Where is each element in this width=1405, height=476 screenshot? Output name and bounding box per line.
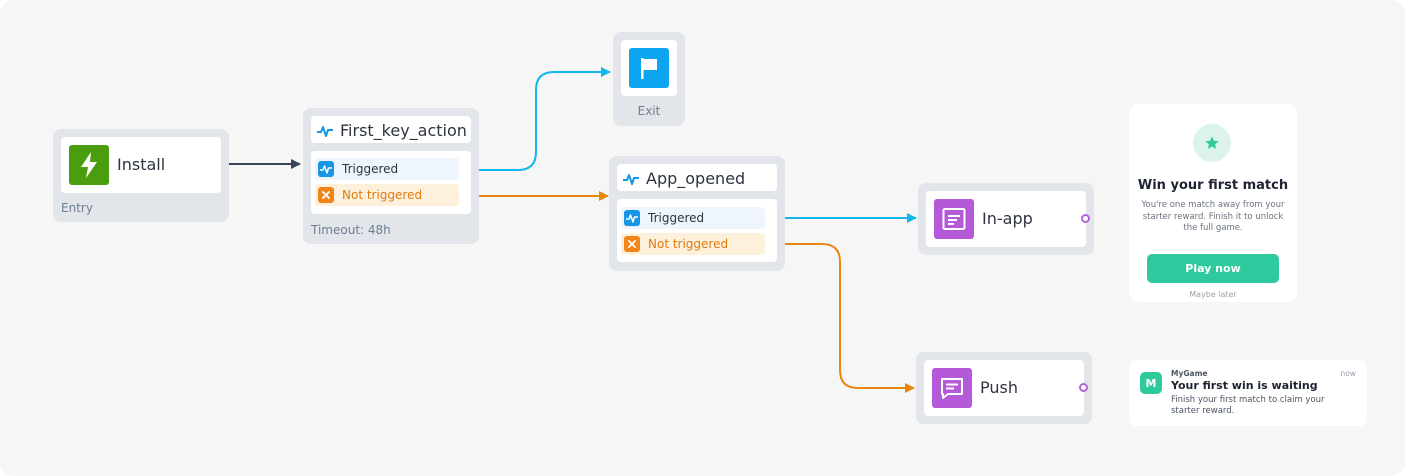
- connector-first-key-not-triggered-to-app-opened: [467, 191, 609, 201]
- in-app-card[interactable]: In-app: [926, 191, 1086, 247]
- exit-card[interactable]: [621, 40, 677, 96]
- lightning-bolt-icon: [69, 145, 109, 185]
- exit-label: Exit: [637, 104, 661, 118]
- push-card[interactable]: Push: [924, 360, 1084, 416]
- app-opened-header[interactable]: App_opened: [617, 164, 777, 191]
- push-output-port[interactable]: [1079, 383, 1088, 392]
- in-app-output-port[interactable]: [1081, 214, 1090, 223]
- app-opened-triggered-branch[interactable]: Triggered: [621, 207, 765, 229]
- push-label: Push: [980, 378, 1018, 397]
- first-key-timeout: Timeout: 48h: [311, 223, 391, 237]
- first-key-action-header[interactable]: First_key_action: [311, 116, 471, 143]
- in-app-preview: Win your first match You're one match aw…: [1129, 104, 1297, 302]
- push-message-icon: [932, 368, 972, 408]
- activity-pulse-icon: [318, 161, 334, 177]
- first-key-not-triggered-label: Not triggered: [342, 188, 423, 202]
- exit-node[interactable]: Exit: [613, 32, 685, 126]
- in-app-label: In-app: [982, 209, 1033, 228]
- push-preview-body: Finish your first match to claim your st…: [1171, 395, 1325, 416]
- push-preview-title: Your first win is waiting: [1171, 379, 1318, 392]
- activity-pulse-icon: [624, 210, 640, 226]
- close-x-icon: [624, 236, 640, 252]
- flag-icon: [629, 48, 669, 88]
- connector-first-key-triggered-to-exit: [467, 67, 611, 174]
- install-label: Install: [117, 155, 166, 174]
- app-icon: M: [1140, 372, 1162, 394]
- install-node[interactable]: Install Entry: [53, 129, 229, 222]
- app-opened-title: App_opened: [646, 169, 746, 188]
- push-preview-time: now: [1340, 369, 1356, 378]
- maybe-later-link[interactable]: Maybe later: [1129, 290, 1297, 299]
- first-key-not-triggered-branch[interactable]: Not triggered: [315, 184, 459, 206]
- app-opened-node[interactable]: App_opened Triggered Not triggered: [609, 156, 785, 271]
- app-opened-triggered-label: Triggered: [648, 211, 705, 225]
- in-app-preview-title: Win your first match: [1137, 178, 1289, 193]
- push-preview-app-name: MyGame: [1171, 369, 1208, 378]
- first-key-triggered-label: Triggered: [342, 162, 399, 176]
- in-app-preview-body: You're one match away from your starter …: [1141, 200, 1285, 233]
- connector-app-opened-triggered-to-in-app: [773, 213, 917, 223]
- play-now-button[interactable]: Play now: [1147, 254, 1279, 283]
- app-opened-branches: Triggered Not triggered: [617, 199, 777, 262]
- first-key-triggered-branch[interactable]: Triggered: [315, 158, 459, 180]
- star-icon: [1193, 124, 1231, 162]
- in-app-message-icon: [934, 199, 974, 239]
- activity-pulse-icon: [317, 125, 333, 137]
- in-app-node[interactable]: In-app: [918, 183, 1094, 255]
- connector-install-to-first-key-action: [217, 159, 301, 169]
- flow-canvas: Install Entry First_key_action Triggered: [0, 0, 1405, 476]
- close-x-icon: [318, 187, 334, 203]
- connector-app-opened-not-triggered-to-push: [773, 240, 915, 393]
- push-node[interactable]: Push: [916, 352, 1092, 424]
- install-subtitle: Entry: [61, 201, 93, 215]
- app-opened-not-triggered-label: Not triggered: [648, 237, 729, 251]
- activity-pulse-icon: [623, 173, 639, 185]
- push-preview: M MyGame now Your first win is waiting F…: [1129, 360, 1367, 426]
- first-key-action-node[interactable]: First_key_action Triggered Not triggered…: [303, 108, 479, 244]
- install-card[interactable]: Install: [61, 137, 221, 193]
- first-key-action-title: First_key_action: [340, 121, 467, 140]
- first-key-action-branches: Triggered Not triggered: [311, 151, 471, 214]
- app-opened-not-triggered-branch[interactable]: Not triggered: [621, 233, 765, 255]
